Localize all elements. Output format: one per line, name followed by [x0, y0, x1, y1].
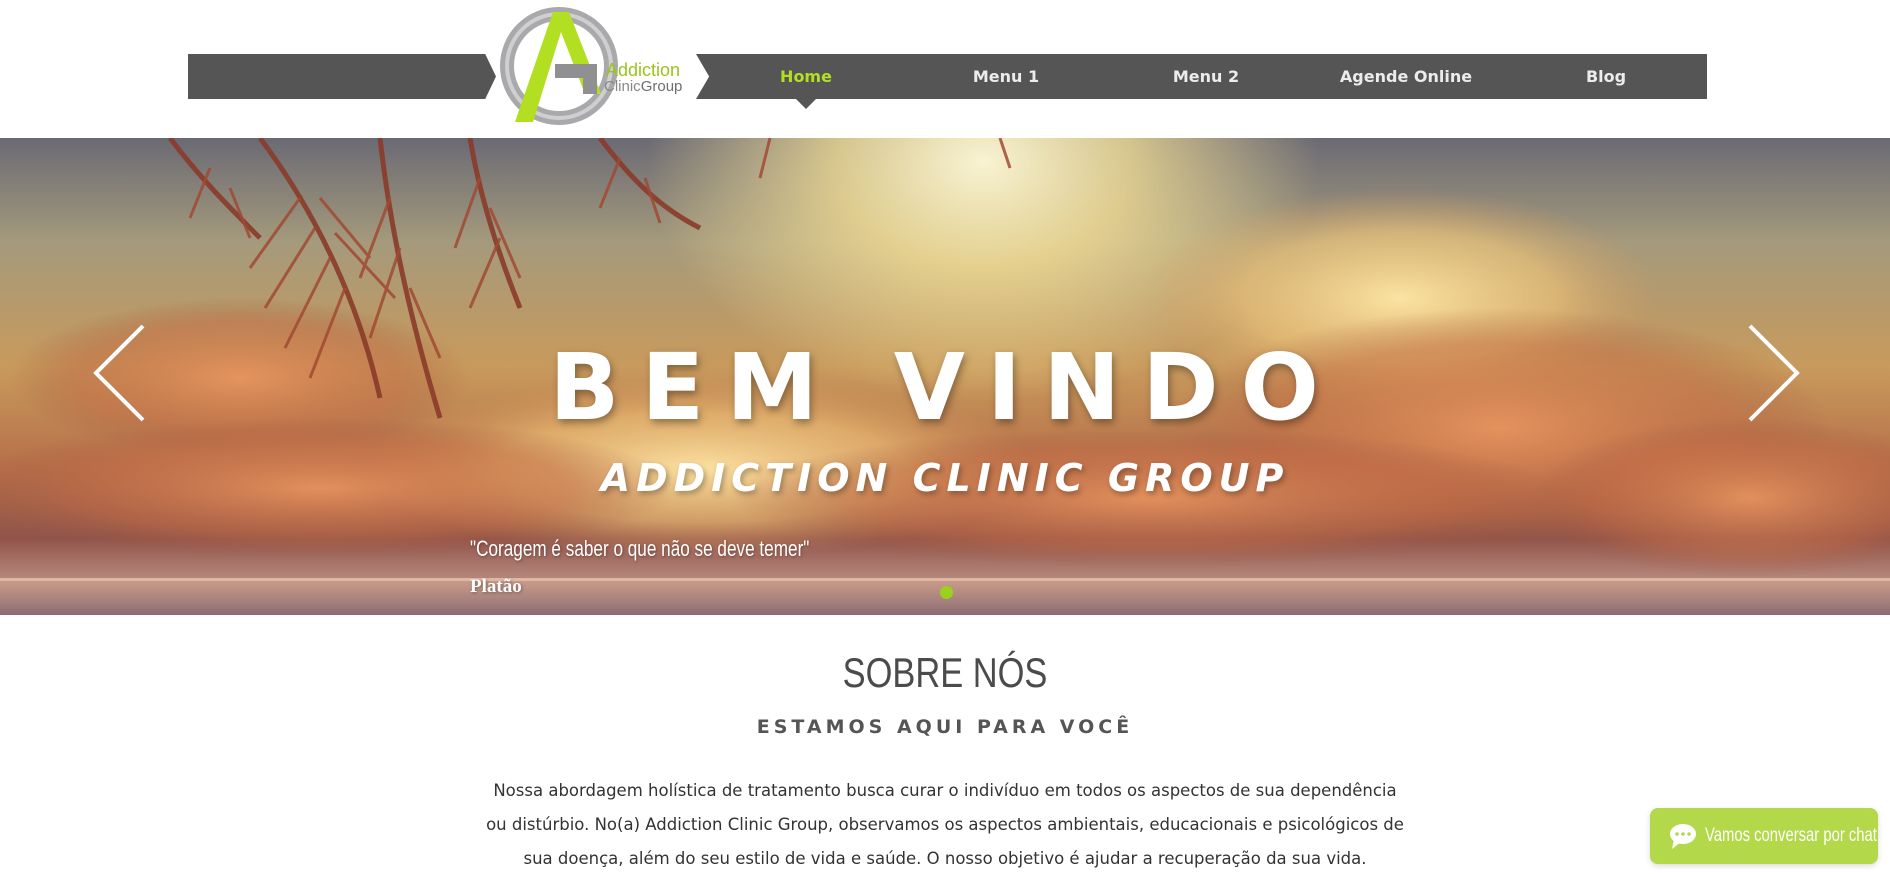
about-heading: SOBRE NÓS — [842, 649, 1048, 696]
nav-item-agende-online[interactable]: Agende Online — [1306, 54, 1506, 99]
logo-text-clinic: Clinic — [604, 78, 641, 95]
logo-text-group: Group — [640, 78, 683, 95]
chat-button[interactable]: Vamos conversar por chat — [1650, 808, 1878, 864]
nav-label-blog: Blog — [1585, 67, 1627, 86]
nav-item-menu-1[interactable]: Menu 1 — [906, 54, 1106, 99]
hero-title: BEM VINDO — [549, 334, 1341, 441]
hero-quote-author: Platão — [470, 576, 522, 597]
site-header: Addiction ClinicGroup Home Menu 1 Menu 2… — [0, 0, 1890, 138]
slide-indicator-dot[interactable] — [940, 586, 953, 599]
logo-text-clinic-group: ClinicGroup — [604, 79, 682, 95]
chat-bubble-icon — [1670, 824, 1696, 849]
nav-label-menu-1: Menu 1 — [972, 67, 1040, 86]
hero-subtitle: ADDICTION CLINIC GROUP — [600, 456, 1290, 500]
active-nav-caret — [796, 99, 816, 109]
nav-label-agende-online: Agende Online — [1339, 67, 1473, 86]
logo-text-addiction: Addiction — [606, 60, 681, 80]
hero-quote: "Coragem é saber o que não se deve temer… — [470, 536, 810, 561]
nav-label-home: Home — [780, 67, 832, 86]
chat-label: Vamos conversar por chat — [1705, 825, 1877, 846]
hero-slideshow: BEM VINDO ADDICTION CLINIC GROUP "Corage… — [0, 138, 1890, 615]
header-bar-left — [188, 54, 496, 99]
about-subheading: ESTAMOS AQUI PARA VOCÊ — [756, 716, 1134, 738]
about-body-text: Nossa abordagem holística de tratamento … — [486, 781, 1404, 868]
nav-item-menu-2[interactable]: Menu 2 — [1106, 54, 1306, 99]
nav-item-blog[interactable]: Blog — [1506, 54, 1706, 99]
nav-item-home[interactable]: Home — [706, 54, 906, 109]
main-nav: Home Menu 1 Menu 2 Agende Online Blog — [706, 54, 1706, 109]
nav-label-menu-2: Menu 2 — [1172, 67, 1240, 86]
